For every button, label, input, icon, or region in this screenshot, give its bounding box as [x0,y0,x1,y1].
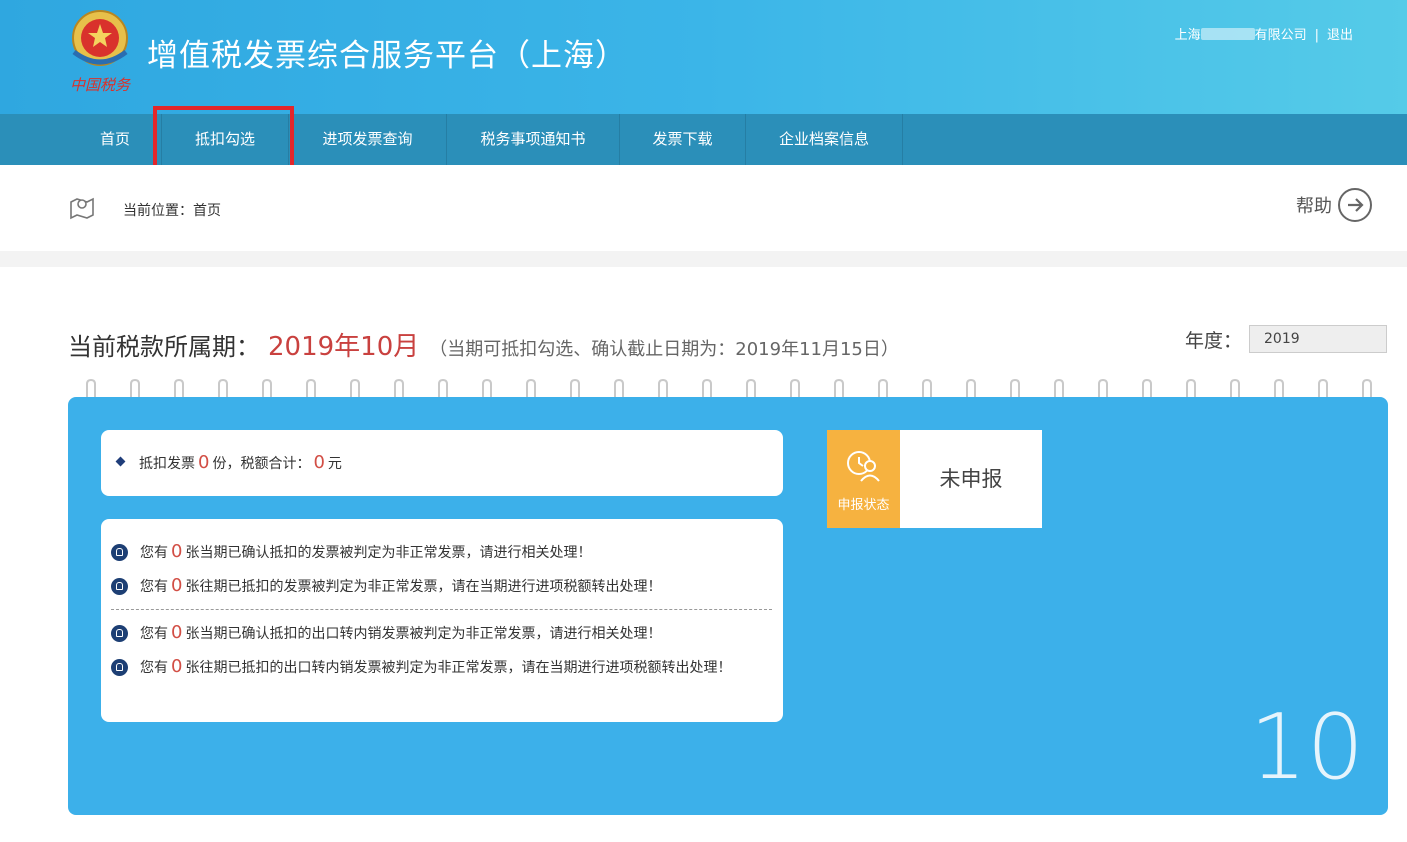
dashed-divider [111,609,772,610]
period-deadline-note: （当期可抵扣勾选、确认截止日期为：2019年11月15日） [429,339,899,360]
alert-item: 您有 0 张当期已确认抵扣的出口转内销发票被判定为非正常发票，请进行相关处理！ [111,622,766,645]
tax-period: 当前税款所属期： 2019年10月 （当期可抵扣勾选、确认截止日期为：2019年… [68,326,899,363]
emblem-text: 中国税务 [70,76,132,94]
nav-input-invoice-query[interactable]: 进项发票查询 [289,114,447,165]
status-value: 未申报 [939,467,1003,491]
bell-icon [111,544,128,561]
separator: | [1314,28,1319,43]
diamond-bullet-icon [115,456,126,467]
bell-icon [111,625,128,642]
year-select[interactable]: 2019 [1249,325,1387,353]
summary-suffix: 元 [327,456,342,472]
company-name-redacted [1200,28,1255,40]
alert-item: 您有 0 张往期已抵扣的出口转内销发票被判定为非正常发票，请在当期进行进项税额转出处… [111,656,766,679]
help-button[interactable]: 帮助 [1296,188,1372,222]
breadcrumb: 当前位置：首页 帮助 [0,165,1407,251]
bell-icon [111,659,128,676]
user-clock-icon [847,451,880,482]
period-value: 2019年10月 [268,332,420,362]
summary-mid: 份，税额合计： [212,456,311,472]
calendar-panel: 抵扣发票 0 份，税额合计： 0 元 您有 0 张当期已确认抵扣的发票被判定为非正常发票，请… [68,397,1388,815]
deduction-summary: 抵扣发票 0 份，税额合计： 0 元 [139,452,342,473]
nav-tax-notice[interactable]: 税务事项通知书 [447,114,620,165]
tax-emblem-logo: 中国税务 [70,10,132,94]
header-bar: 中国税务 增值税发票综合服务平台（上海） 上海 有限公司 | 退出 [0,0,1407,114]
status-label-panel: 申报状态 [827,430,900,528]
summary-amount: 0 [313,452,325,473]
declaration-status: 申报状态 未申报 [827,430,1042,528]
abnormal-invoice-alerts: 您有 0 张当期已确认抵扣的发票被判定为非正常发票，请进行相关处理！ 您有 0 张往期已… [101,519,783,722]
nav-enterprise-profile[interactable]: 企业档案信息 [746,114,903,165]
user-area: 上海 有限公司 | 退出 [1175,24,1353,43]
alert-item: 您有 0 张往期已抵扣的发票被判定为非正常发票，请在当期进行进项税额转出处理！ [111,575,766,598]
deduction-summary-card: 抵扣发票 0 份，税额合计： 0 元 [101,430,783,496]
nav-highlight-box [153,106,294,171]
summary-prefix: 抵扣发票 [139,456,195,472]
help-label: 帮助 [1296,196,1332,217]
bell-icon [111,578,128,595]
site-title: 增值税发票综合服务平台（上海） [147,38,627,74]
section-divider [0,251,1407,267]
year-label: 年度： [1185,330,1243,352]
status-label: 申报状态 [837,498,890,513]
arrow-right-circle-icon [1338,188,1372,222]
company-name-prefix: 上海 [1174,28,1201,43]
map-pin-icon [70,197,94,220]
alert-item: 您有 0 张当期已确认抵扣的发票被判定为非正常发票，请进行相关处理！ [111,541,766,564]
period-label: 当前税款所属期： [68,333,260,361]
company-name-suffix: 有限公司 [1254,28,1307,43]
logout-link[interactable]: 退出 [1327,28,1353,43]
nav-home[interactable]: 首页 [69,114,162,165]
summary-count: 0 [198,452,210,473]
breadcrumb-text: 当前位置：首页 [123,203,221,219]
month-number: 10 [1249,695,1364,800]
nav-invoice-download[interactable]: 发票下载 [620,114,746,165]
